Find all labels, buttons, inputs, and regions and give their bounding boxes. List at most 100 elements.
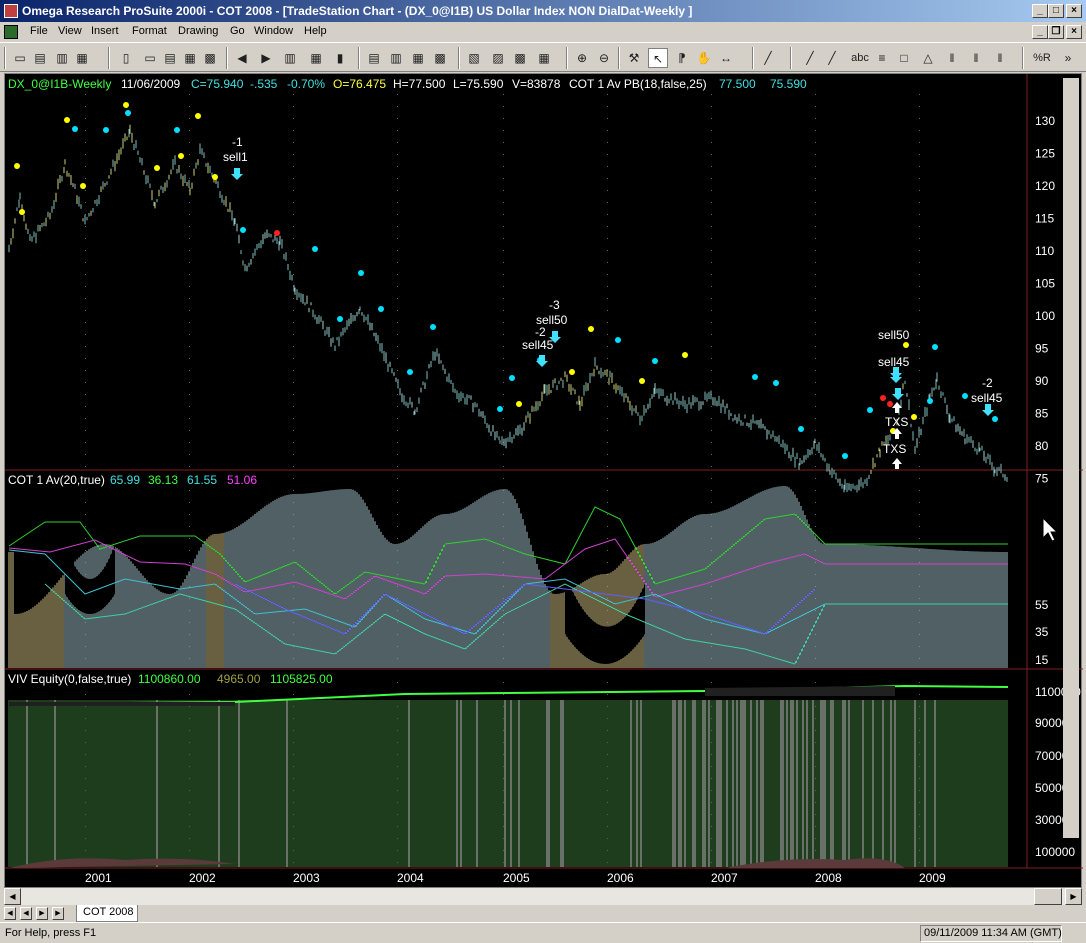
- table-icon[interactable]: ▩: [200, 48, 220, 68]
- copy-icon[interactable]: ▭: [140, 48, 160, 68]
- grid-dot: [503, 346, 504, 347]
- cut-icon[interactable]: ▯: [116, 48, 136, 68]
- grid-dot: [397, 178, 398, 179]
- lines-icon[interactable]: ≡: [872, 48, 892, 68]
- maximize-button[interactable]: □: [1048, 4, 1064, 18]
- document-icon[interactable]: [4, 25, 18, 39]
- grid-dot: [189, 226, 190, 227]
- tab-cot-2008[interactable]: COT 2008: [76, 905, 138, 922]
- rectangle-icon[interactable]: □: [894, 48, 914, 68]
- scroll-track[interactable]: [21, 888, 1065, 905]
- forward-icon[interactable]: ▶: [256, 48, 276, 68]
- indicator4-icon[interactable]: ▦: [534, 48, 554, 68]
- grid-dot: [189, 286, 190, 287]
- percent-r-icon[interactable]: %R: [1030, 48, 1054, 68]
- grid-dot: [607, 166, 608, 167]
- menu-go[interactable]: Go: [230, 25, 245, 37]
- horizontal-scrollbar[interactable]: ◀ ▶: [4, 888, 1082, 905]
- hammer-icon[interactable]: ⚒: [624, 48, 644, 68]
- minimize-button[interactable]: _: [1032, 4, 1048, 18]
- grid-dot: [919, 262, 920, 263]
- indicator2-icon[interactable]: ▨: [488, 48, 508, 68]
- pointer-icon[interactable]: ↖: [648, 48, 668, 68]
- grid-dot: [919, 178, 920, 179]
- pencil-icon[interactable]: ╱: [822, 48, 842, 68]
- hand-icon[interactable]: ✋: [694, 48, 714, 68]
- text-tool-icon[interactable]: ⁋: [672, 48, 692, 68]
- chart-area[interactable]: DX_0@I1B-Weekly 11/06/2009 C=75.940 -.53…: [4, 73, 1083, 889]
- scroll-thumb[interactable]: [1034, 888, 1062, 905]
- close-button[interactable]: ×: [1066, 4, 1082, 18]
- grid-dot: [189, 394, 190, 395]
- menu-file[interactable]: File: [30, 25, 48, 37]
- grid-icon[interactable]: ▦: [306, 48, 326, 68]
- swing-low-dot: [195, 113, 201, 119]
- tab-prev-icon[interactable]: ◀: [20, 907, 32, 920]
- menu-help[interactable]: Help: [304, 25, 327, 37]
- line-icon[interactable]: ╱: [758, 48, 778, 68]
- volume-label: V=83878: [512, 77, 561, 91]
- vertical-scrollbar[interactable]: [1063, 78, 1079, 838]
- grid-dot: [919, 130, 920, 131]
- equity-shade: [9, 702, 235, 706]
- mdi-close-button[interactable]: ×: [1066, 25, 1082, 39]
- swing-high-dot: [407, 369, 413, 375]
- mdi-minimize-button[interactable]: _: [1032, 25, 1048, 39]
- insert-indicator-icon[interactable]: ▥: [280, 48, 300, 68]
- scroll-left-icon[interactable]: ◀: [4, 888, 21, 905]
- scroll-right-icon[interactable]: ▶: [1065, 888, 1082, 905]
- grid-dot: [711, 478, 712, 479]
- print-icon[interactable]: ▦: [72, 48, 92, 68]
- pen-icon[interactable]: ╱: [800, 48, 820, 68]
- cot-tick: 35: [1035, 625, 1049, 639]
- grid-dot: [815, 274, 816, 275]
- lines2-icon[interactable]: ‖: [990, 48, 1010, 68]
- grid-dot: [85, 286, 86, 287]
- swing-low-dot: [212, 174, 218, 180]
- grid-dot: [607, 226, 608, 227]
- menu-view[interactable]: View: [58, 25, 82, 37]
- grid-dot: [85, 538, 86, 539]
- toolbar-separator: [566, 47, 568, 69]
- study-value-1: 77.500: [719, 77, 756, 91]
- grid-dot: [85, 274, 86, 275]
- format2-icon[interactable]: ▥: [386, 48, 406, 68]
- zoom-out-icon[interactable]: ⊖: [594, 48, 614, 68]
- zoom-in-icon[interactable]: ⊕: [572, 48, 592, 68]
- menu-insert[interactable]: Insert: [91, 25, 119, 37]
- menu-window[interactable]: Window: [254, 25, 293, 37]
- text-abc-icon[interactable]: abc: [848, 48, 872, 68]
- bar-chart-icon[interactable]: ▮: [330, 48, 350, 68]
- open-icon[interactable]: ▤: [30, 48, 50, 68]
- indicator-icon[interactable]: ▧: [464, 48, 484, 68]
- tab-next-icon[interactable]: ▶: [36, 907, 48, 920]
- more-icon[interactable]: »: [1058, 48, 1078, 68]
- mdi-restore-button[interactable]: ❐: [1048, 25, 1064, 39]
- paste-icon[interactable]: ▤: [160, 48, 180, 68]
- indicator3-icon[interactable]: ▩: [510, 48, 530, 68]
- format3-icon[interactable]: ▦: [408, 48, 428, 68]
- format4-icon[interactable]: ▩: [430, 48, 450, 68]
- grid-dot: [397, 442, 398, 443]
- tab-first-icon[interactable]: ◀: [4, 907, 16, 920]
- chart-canvas[interactable]: DX_0@I1B-Weekly 11/06/2009 C=75.940 -.53…: [5, 74, 1083, 889]
- save-icon[interactable]: ▥: [52, 48, 72, 68]
- tab-last-icon[interactable]: ▶: [52, 907, 64, 920]
- hash2-icon[interactable]: ‖: [966, 48, 986, 68]
- new-icon[interactable]: ▭: [10, 48, 30, 68]
- grid-dot: [503, 190, 504, 191]
- grid-dot: [919, 310, 920, 311]
- menu-drawing[interactable]: Drawing: [178, 25, 218, 37]
- grid-dot: [711, 106, 712, 107]
- back-icon[interactable]: ◀: [232, 48, 252, 68]
- chart-icon[interactable]: ▦: [180, 48, 200, 68]
- arrow-icon[interactable]: ↔: [716, 48, 736, 68]
- menu-format[interactable]: Format: [132, 25, 167, 37]
- study-label: COT 1 Av PB(18,false,25): [569, 77, 707, 91]
- triangle-icon[interactable]: △: [918, 48, 938, 68]
- grid-dot: [607, 430, 608, 431]
- app-icon[interactable]: [4, 4, 18, 18]
- toolbar-separator: [618, 47, 620, 69]
- format-icon[interactable]: ▤: [364, 48, 384, 68]
- hash-icon[interactable]: ‖: [942, 48, 962, 68]
